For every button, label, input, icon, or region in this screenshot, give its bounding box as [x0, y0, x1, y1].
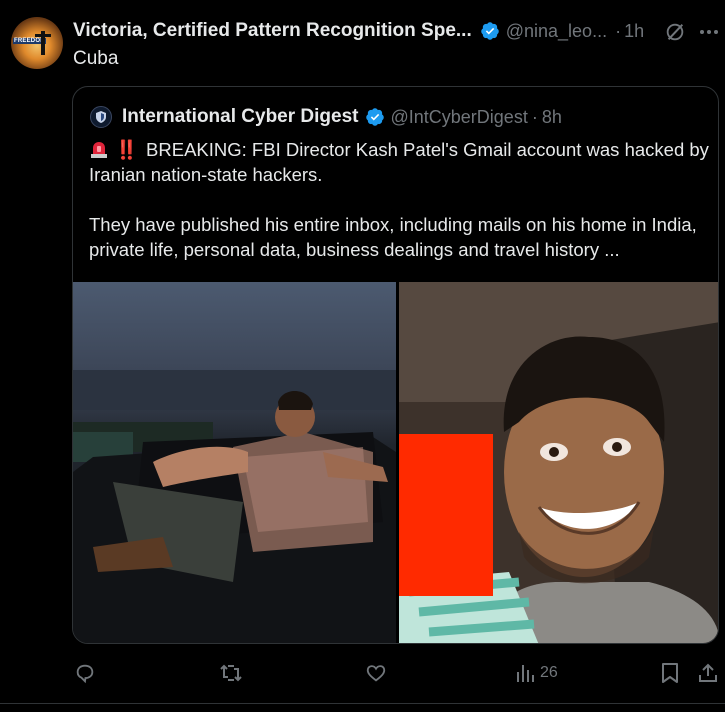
more-icon[interactable] [698, 23, 720, 41]
post-header: Victoria, Certified Pattern Recognition … [73, 18, 713, 44]
quoted-author-handle: @IntCyberDigest [390, 106, 528, 127]
like-icon[interactable] [365, 662, 387, 684]
author-name[interactable]: Victoria, Certified Pattern Recognition … [73, 20, 472, 42]
separator-dot: · [531, 106, 538, 127]
avatar[interactable]: FREEDOM [11, 17, 63, 69]
shield-icon [96, 111, 106, 123]
views-icon[interactable] [514, 662, 536, 684]
double-exclamation-icon: ‼️ [115, 139, 139, 160]
separator-dot: · [615, 20, 622, 41]
photo-couch-scene [73, 370, 396, 643]
verified-icon [365, 108, 384, 126]
repost-icon[interactable] [219, 662, 243, 684]
quoted-post[interactable]: International Cyber Digest @IntCyberDige… [72, 86, 719, 644]
post-text: Cuba [73, 48, 119, 69]
author-handle[interactable]: @nina_leo... [506, 21, 607, 42]
view-count: 26 [540, 664, 558, 681]
reply-icon[interactable] [74, 662, 96, 684]
quoted-paragraph-1-text: BREAKING: FBI Director Kash Patel's Gmai… [89, 139, 709, 185]
quoted-author-name: International Cyber Digest [122, 106, 359, 127]
quoted-time: 8h [541, 106, 562, 127]
share-icon[interactable] [697, 662, 719, 684]
siren-icon [91, 142, 107, 158]
bookmark-icon[interactable] [660, 662, 680, 684]
quoted-image-1[interactable] [73, 282, 396, 643]
quoted-paragraph-1: ‼️ BREAKING: FBI Director Kash Patel's Gm… [89, 137, 709, 187]
quoted-header: International Cyber Digest @IntCyberDige… [90, 105, 562, 129]
divider [0, 703, 725, 704]
quoted-text: ‼️ BREAKING: FBI Director Kash Patel's Gm… [89, 137, 709, 262]
photo-closeup [399, 282, 718, 643]
verified-icon [480, 22, 499, 40]
redaction-box [399, 434, 493, 596]
quoted-paragraph-2: They have published his entire inbox, in… [89, 214, 697, 260]
post-time[interactable]: 1h [624, 21, 644, 42]
quoted-avatar [90, 106, 112, 128]
grok-icon[interactable] [664, 21, 686, 43]
action-bar: 26 [0, 658, 725, 690]
quoted-image-2[interactable] [399, 282, 718, 643]
